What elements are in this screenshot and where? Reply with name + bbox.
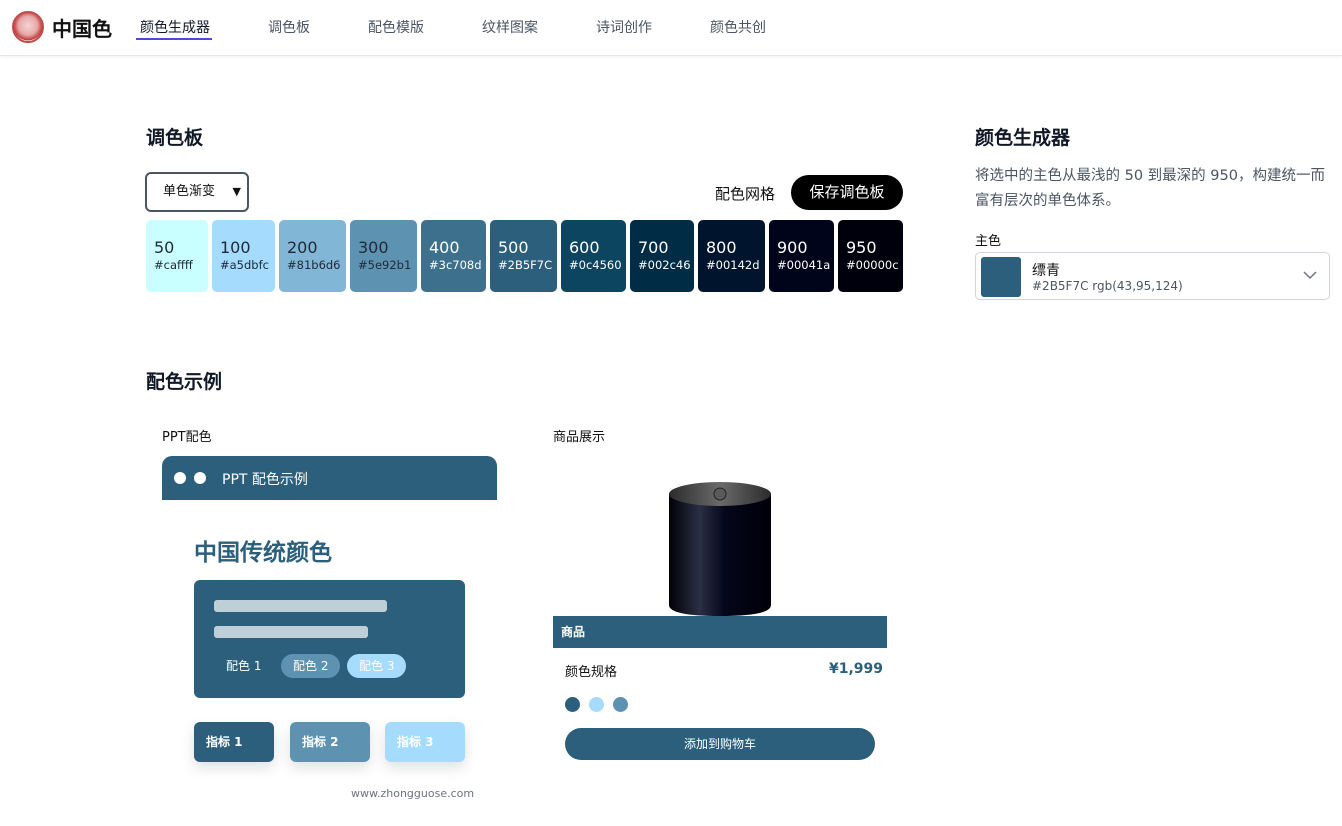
swatch-hex: #a5dbfc [220, 258, 269, 272]
swatch-name: 600 [569, 238, 600, 257]
ppt-example-label: PPT配色 [162, 430, 212, 445]
swatch-name: 900 [777, 238, 808, 257]
swatch-hex: #0c4560 [569, 258, 622, 272]
nav-item-color-generator[interactable]: 颜色生成器 [136, 0, 212, 56]
swatch-name: 100 [220, 238, 251, 257]
ppt-header-title: PPT 配色示例 [222, 472, 308, 488]
swatch-hex: #3c708d [429, 258, 482, 272]
generator-title: 颜色生成器 [975, 127, 1071, 149]
swatch-400[interactable]: 400 #3c708d [421, 220, 486, 292]
swatch-name: 200 [287, 238, 318, 257]
swatch-800[interactable]: 800 #00142d [698, 220, 765, 292]
swatch-hex: #81b6d6 [287, 258, 341, 272]
product-can-image [669, 482, 771, 616]
swatch-name: 300 [358, 238, 389, 257]
main-nav: 颜色生成器 调色板 配色模版 纹样图案 诗词创作 颜色共创 [136, 0, 824, 56]
main-color-select[interactable]: 缥青 #2B5F7C rgb(43,95,124) [975, 252, 1330, 300]
nav-item-co-create[interactable]: 颜色共创 [710, 0, 766, 56]
brand-name[interactable]: 中国色 [52, 13, 112, 42]
metric-card-3[interactable]: 指标 3 [385, 722, 465, 762]
main-color-label: 主色 [975, 234, 1002, 249]
swatch-name: 50 [154, 238, 175, 257]
color-option-1[interactable] [565, 697, 580, 712]
color-pill-1[interactable]: 配色 1 [214, 654, 273, 678]
color-grid-link[interactable]: 配色网格 [715, 183, 775, 204]
swatch-hex: #00000c [846, 258, 899, 272]
swatch-name: 950 [846, 238, 877, 257]
product-title-bar: 商品 [553, 616, 887, 648]
top-navbar: 中国色 颜色生成器 调色板 配色模版 纹样图案 诗词创作 颜色共创 [0, 0, 1342, 56]
color-option-2[interactable] [589, 697, 604, 712]
nav-item-templates[interactable]: 配色模版 [368, 0, 424, 56]
palette-mode-select[interactable]: 单色渐变 ▼ [145, 172, 249, 212]
brand-logo-icon[interactable] [12, 11, 44, 43]
swatch-300[interactable]: 300 #5e92b1 [350, 220, 417, 292]
save-palette-button[interactable]: 保存调色板 [791, 175, 903, 210]
swatch-900[interactable]: 900 #00041a [769, 220, 834, 292]
swatch-600[interactable]: 600 #0c4560 [561, 220, 626, 292]
color-spec-label: 颜色规格 [565, 665, 618, 680]
swatch-hex: #2B5F7C [498, 258, 553, 272]
palette-title: 调色板 [146, 127, 204, 149]
metric-card-1[interactable]: 指标 1 [194, 722, 274, 762]
swatch-hex: #caffff [154, 258, 193, 272]
window-dot-icon [174, 472, 186, 484]
swatch-name: 400 [429, 238, 460, 257]
product-example-label: 商品展示 [553, 430, 606, 445]
palette-mode-value: 单色渐变 [163, 184, 216, 199]
chevron-down-icon [1303, 271, 1317, 280]
window-dot-icon [194, 472, 206, 484]
ppt-big-title: 中国传统颜色 [194, 540, 332, 566]
selected-color-info: #2B5F7C rgb(43,95,124) [1032, 279, 1183, 293]
placeholder-bar [214, 600, 387, 612]
swatch-100[interactable]: 100 #a5dbfc [212, 220, 275, 292]
swatch-500[interactable]: 500 #2B5F7C [490, 220, 557, 292]
swatch-hex: #5e92b1 [358, 258, 412, 272]
color-option-3[interactable] [613, 697, 628, 712]
site-watermark: www.zhongguose.com [351, 787, 475, 800]
swatch-name: 800 [706, 238, 737, 257]
examples-title: 配色示例 [146, 371, 223, 393]
nav-item-poetry[interactable]: 诗词创作 [596, 0, 652, 56]
swatch-name: 500 [498, 238, 529, 257]
swatch-hex: #002c46 [638, 258, 691, 272]
swatch-hex: #00041a [777, 258, 831, 272]
metric-card-2[interactable]: 指标 2 [290, 722, 370, 762]
swatch-200[interactable]: 200 #81b6d6 [279, 220, 346, 292]
selected-color-name: 缥青 [1032, 263, 1060, 279]
swatch-name: 700 [638, 238, 669, 257]
chevron-down-icon: ▼ [232, 185, 241, 198]
nav-item-patterns[interactable]: 纹样图案 [482, 0, 538, 56]
ppt-header: PPT 配色示例 [162, 456, 497, 500]
swatch-50[interactable]: 50 #caffff [146, 220, 208, 292]
selected-color-chip [981, 257, 1021, 297]
color-pill-3[interactable]: 配色 3 [347, 654, 407, 678]
placeholder-bar [214, 626, 368, 638]
swatch-hex: #00142d [706, 258, 760, 272]
color-pill-2[interactable]: 配色 2 [281, 654, 341, 678]
product-price: ¥1,999 [829, 661, 884, 677]
ppt-content-card: 配色 1 配色 2 配色 3 [194, 580, 465, 698]
nav-item-palette[interactable]: 调色板 [268, 0, 310, 56]
palette-swatches: 50 #caffff 100 #a5dbfc 200 #81b6d6 300 #5e92… [146, 220, 903, 292]
generator-description: 将选中的主色从最浅的 50 到最深的 950，构建统一而富有层次的单色体系。 [975, 168, 1325, 209]
swatch-700[interactable]: 700 #002c46 [630, 220, 694, 292]
swatch-950[interactable]: 950 #00000c [838, 220, 903, 292]
add-to-cart-button[interactable]: 添加到购物车 [565, 728, 875, 760]
